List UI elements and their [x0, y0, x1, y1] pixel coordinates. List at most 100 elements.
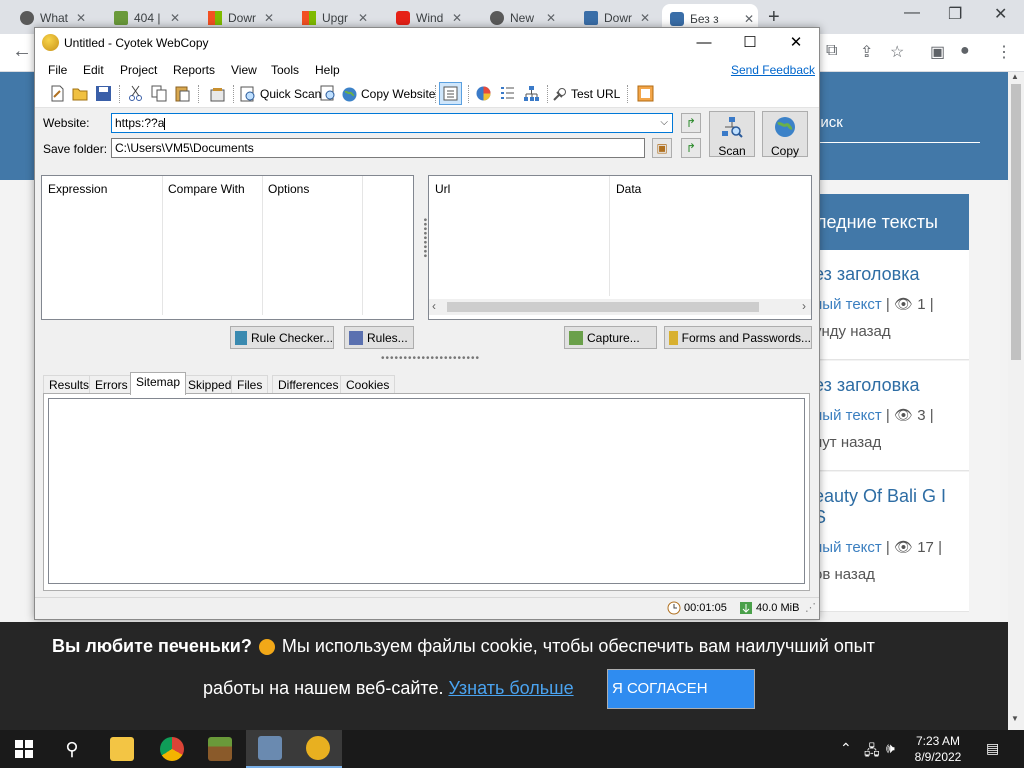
tab-sitemap[interactable]: Sitemap: [130, 372, 187, 395]
column-header-options[interactable]: Options: [268, 182, 309, 196]
scroll-right-icon[interactable]: ›: [802, 299, 806, 313]
horizontal-scrollbar[interactable]: ‹ ›: [429, 299, 811, 315]
column-header-expression[interactable]: Expression: [48, 182, 107, 196]
menu-help[interactable]: Help: [315, 63, 340, 77]
close-tab-icon[interactable]: ✕: [543, 11, 556, 25]
sitemap-tree[interactable]: [48, 398, 805, 584]
scroll-thumb[interactable]: [1011, 84, 1021, 360]
test-url-button[interactable]: Test URL: [551, 85, 620, 103]
browser-close-button[interactable]: ✕: [994, 4, 1007, 24]
column-header-data[interactable]: Data: [616, 182, 641, 196]
cookie-accept-button[interactable]: Я СОГЛАСЕН: [607, 669, 755, 709]
post-title[interactable]: ез заголовка: [812, 250, 969, 285]
tab-files[interactable]: Files: [231, 375, 269, 394]
clock[interactable]: 7:23 AM 8/9/2022: [908, 733, 968, 765]
save-icon[interactable]: [95, 85, 112, 102]
close-tab-icon[interactable]: ✕: [355, 11, 368, 25]
scroll-thumb[interactable]: [447, 302, 759, 312]
scroll-left-icon[interactable]: ‹: [432, 299, 436, 313]
page-scrollbar[interactable]: ▲ ▼: [1008, 72, 1024, 730]
scan-icon[interactable]: [320, 85, 337, 102]
tab-skipped[interactable]: Skipped: [182, 375, 238, 394]
notifications-icon[interactable]: ▤: [986, 740, 999, 757]
translate-icon[interactable]: ⧉: [826, 42, 837, 60]
copy-icon[interactable]: [151, 85, 168, 102]
tab-differences[interactable]: Differences: [272, 375, 345, 394]
scroll-up-icon[interactable]: ▲: [1011, 72, 1019, 81]
resize-grip[interactable]: ⋰: [805, 601, 816, 614]
project-properties-icon[interactable]: [209, 85, 226, 102]
tab-errors[interactable]: Errors: [89, 375, 134, 394]
scroll-down-icon[interactable]: ▼: [1011, 714, 1019, 723]
view-toggle-button[interactable]: [439, 82, 462, 105]
paste-icon[interactable]: [174, 85, 191, 102]
profile-icon[interactable]: ●: [960, 42, 970, 60]
forms-and-passwords-button[interactable]: Forms and Passwords...: [664, 326, 812, 349]
new-icon[interactable]: [49, 85, 66, 102]
list-icon[interactable]: [499, 85, 516, 102]
close-button[interactable]: ✕: [773, 32, 819, 54]
network-icon[interactable]: 🖧: [864, 740, 880, 764]
learn-more-link[interactable]: Узнать больше: [448, 678, 573, 698]
website-url-value[interactable]: https:??a: [115, 116, 164, 130]
chevron-down-icon[interactable]: ⌵: [660, 116, 668, 130]
search-button[interactable]: ⚲: [48, 730, 96, 768]
column-header-url[interactable]: Url: [435, 182, 450, 196]
sitemap-icon[interactable]: [523, 85, 540, 102]
tab-results[interactable]: Results: [43, 375, 96, 394]
headers-list[interactable]: Url Data ‹ ›: [428, 175, 812, 320]
open-folder-button[interactable]: ↱: [681, 138, 701, 158]
post-title[interactable]: eauty Of Bali G I S: [812, 472, 962, 528]
close-tab-icon[interactable]: ✕: [637, 11, 650, 25]
browser-minimize-button[interactable]: —: [904, 4, 920, 22]
back-icon[interactable]: ←: [12, 40, 32, 63]
close-tab-icon[interactable]: ✕: [261, 11, 274, 25]
cut-icon[interactable]: [127, 85, 144, 102]
close-tab-icon[interactable]: ✕: [73, 11, 86, 25]
share-icon[interactable]: ⇪: [860, 42, 873, 62]
close-tab-icon[interactable]: ✕: [167, 11, 180, 25]
close-tab-icon[interactable]: ✕: [449, 11, 462, 25]
taskbar-installer[interactable]: [246, 730, 294, 768]
new-tab-button[interactable]: +: [768, 6, 780, 29]
save-folder-input[interactable]: C:\Users\VM5\Documents: [111, 138, 645, 158]
scan-button[interactable]: Scan: [709, 111, 755, 158]
menu-edit[interactable]: Edit: [83, 63, 104, 77]
post-card[interactable]: ез заголовка ный текст | 👁 3 | нут назад: [812, 361, 969, 471]
menu-project[interactable]: Project: [120, 63, 157, 77]
browse-folder-button[interactable]: ▣: [652, 138, 672, 158]
horizontal-splitter[interactable]: ••••••••••••••••••••••: [381, 353, 480, 364]
column-header-compare-with[interactable]: Compare With: [168, 182, 245, 196]
rule-checker-button[interactable]: Rule Checker...: [230, 326, 334, 349]
post-card[interactable]: eauty Of Bali G I S ный текст | 👁 17 | о…: [812, 472, 969, 612]
quick-scan-button[interactable]: Quick Scan: [240, 85, 321, 103]
browser-restore-button[interactable]: ❐: [948, 4, 962, 24]
sidebar-icon[interactable]: ▣: [930, 42, 945, 62]
capture-button[interactable]: Capture...: [564, 326, 657, 349]
rules-list[interactable]: Expression Compare With Options: [41, 175, 414, 320]
volume-icon[interactable]: 🕪: [886, 740, 895, 757]
menu-view[interactable]: View: [231, 63, 257, 77]
open-icon[interactable]: [72, 85, 89, 102]
taskbar-file-explorer[interactable]: [98, 730, 146, 768]
close-tab-icon[interactable]: ✕: [741, 12, 754, 26]
menu-reports[interactable]: Reports: [173, 63, 215, 77]
menu-tools[interactable]: Tools: [271, 63, 299, 77]
send-feedback-link[interactable]: Send Feedback: [731, 63, 815, 77]
goto-website-button[interactable]: ↱: [681, 113, 701, 133]
star-icon[interactable]: ☆: [890, 42, 904, 62]
minimize-button[interactable]: —: [681, 32, 727, 54]
rss-icon[interactable]: [637, 85, 654, 102]
chevron-up-icon[interactable]: ⌃: [840, 740, 852, 757]
menu-icon[interactable]: ⋮: [996, 42, 1012, 62]
start-button[interactable]: [0, 730, 48, 768]
post-card[interactable]: ез заголовка ный текст | 👁 1 | унду наза…: [812, 250, 969, 360]
taskbar-webcopy[interactable]: [294, 730, 342, 768]
tab-cookies[interactable]: Cookies: [340, 375, 396, 394]
maximize-button[interactable]: ☐: [727, 32, 773, 54]
rules-button[interactable]: Rules...: [344, 326, 414, 349]
post-title[interactable]: ез заголовка: [812, 361, 969, 396]
taskbar-minecraft[interactable]: [196, 730, 244, 768]
copy-button[interactable]: Copy: [762, 111, 808, 158]
taskbar-chrome[interactable]: [148, 730, 196, 768]
